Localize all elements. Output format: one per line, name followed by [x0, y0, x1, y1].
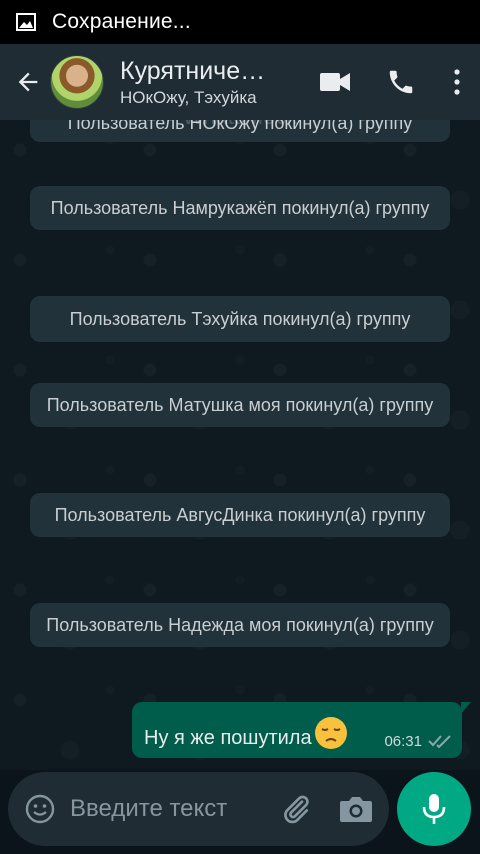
video-camera-icon	[320, 73, 350, 91]
watermark: WhatsMock	[0, 120, 480, 130]
double-check-icon	[428, 735, 451, 748]
system-message: Пользователь Тэхуйка покинул(а) группу	[30, 296, 450, 342]
more-options-button[interactable]	[434, 44, 480, 120]
chat-subtitle: НОкОжу, Тэхуйка	[120, 87, 257, 107]
message-composer[interactable]: Введите текст	[8, 772, 389, 846]
outgoing-message[interactable]: Ну я же пошутила 06:31	[132, 702, 471, 758]
image-icon	[16, 13, 36, 31]
chat-title: Курятниче…	[120, 56, 266, 85]
avatar[interactable]	[50, 55, 104, 109]
camera-button[interactable]	[336, 790, 376, 828]
system-message: Пользователь Надежда моя покинул(а) груп…	[30, 603, 450, 647]
microphone-icon	[422, 794, 446, 824]
more-vertical-icon	[454, 69, 460, 95]
pensive-face-icon	[314, 717, 347, 749]
system-message: Пользователь Намрукажёп покинул(а) групп…	[30, 186, 450, 230]
status-text: Сохранение...	[52, 10, 191, 33]
smiley-icon	[25, 794, 55, 824]
mic-button[interactable]	[397, 772, 471, 846]
voice-call-button[interactable]	[368, 44, 434, 120]
status-bar: Сохранение...	[0, 0, 480, 44]
message-input[interactable]: Введите текст	[70, 795, 270, 823]
system-message: Пользователь Матушка моя покинул(а) груп…	[30, 383, 450, 427]
header-actions	[302, 44, 480, 120]
back-arrow-icon[interactable]	[6, 60, 50, 104]
chat-header: Курятниче… НОкОжу, Тэхуйка	[0, 44, 480, 120]
message-time: 06:31	[384, 733, 422, 750]
phone-icon	[389, 70, 413, 94]
message-text: Ну я же пошутила	[144, 716, 348, 750]
system-message: Пользователь АвгусДинка покинул(а) групп…	[30, 493, 450, 537]
camera-icon	[340, 797, 372, 822]
attach-button[interactable]	[278, 790, 314, 828]
chat-title-block[interactable]: Курятниче… НОкОжу, Тэхуйка	[120, 57, 280, 108]
chat-area[interactable]: WhatsMock Пользователь НОкОжу покинул(а)…	[0, 120, 480, 770]
video-call-button[interactable]	[302, 44, 368, 120]
emoji-button[interactable]	[12, 772, 68, 846]
paperclip-icon	[284, 795, 309, 824]
